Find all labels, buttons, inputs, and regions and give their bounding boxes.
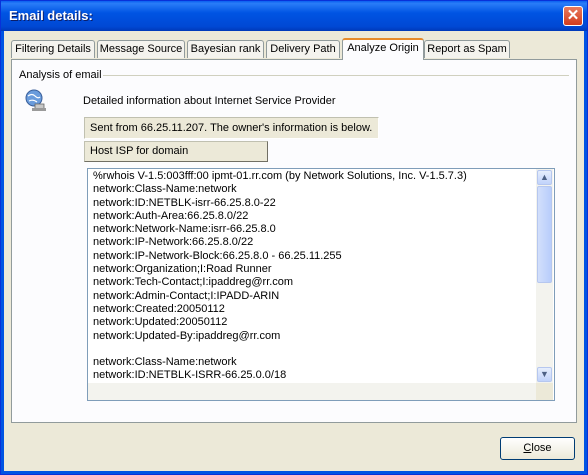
whois-line: network:Updated-By:ipaddreg@rr.com [93,329,281,342]
scroll-down-icon[interactable]: ▼ [537,367,552,382]
group-label: Analysis of email [19,69,106,81]
whois-line: network:Tech-Contact;I:ipaddreg@rr.com [93,276,294,289]
whois-line: network:Auth-Area:66.25.8.0/22 [93,209,249,222]
tab-delivery-path[interactable]: Delivery Path [266,40,340,58]
window-frame-right [584,31,587,474]
whois-line: network:IP-Network:66.25.8.0/22 [93,236,254,249]
whois-line: %rwhois V-1.5:003fff:00 ipmt-01.rr.com (… [93,170,467,182]
section-heading: Detailed information about Internet Serv… [83,95,336,107]
scroll-thumb[interactable] [537,186,552,283]
host-isp-button[interactable]: Host ISP for domain [84,141,268,162]
origin-info-box: Sent from 66.25.11.207. The owner's info… [84,117,379,139]
scroll-corner [536,383,553,400]
whois-line: network:ID:NETBLK-ISRR-66.25.0.0/18 [93,369,287,382]
whois-line: network:Updated:20050112 [93,316,228,329]
whois-lines: %rwhois V-1.5:003fff:00 ipmt-01.rr.com (… [93,170,467,383]
tab-filtering-details[interactable]: Filtering Details [11,40,95,58]
whois-line [93,343,467,356]
whois-line: network:Admin-Contact;I:IPADD-ARIN [93,289,280,302]
horizontal-scrollbar[interactable] [88,383,536,400]
window-title: Email details: [9,8,93,23]
tab-message-source[interactable]: Message Source [97,40,185,58]
close-button[interactable]: Close [500,437,575,460]
whois-line: network:IP-Network-Block:66.25.8.0 - 66.… [93,249,342,262]
whois-line: network:Network-Name:isrr-66.25.8.0 [93,223,276,236]
window-close-icon[interactable]: ✕ [563,6,583,26]
group-divider [103,75,569,76]
title-bar[interactable]: Email details: ✕ [1,1,587,31]
window-frame-bottom [1,471,587,474]
whois-line: network:Class-Name:network [93,356,237,369]
whois-line: network:Organization;I:Road Runner [93,263,272,276]
tab-report-as-spam[interactable]: Report as Spam [424,40,510,58]
tab-bayesian-rank[interactable]: Bayesian rank [187,40,264,58]
whois-textarea[interactable]: %rwhois V-1.5:003fff:00 ipmt-01.rr.com (… [87,168,555,401]
whois-line: network:ID:NETBLK-isrr-66.25.8.0-22 [93,196,276,209]
tab-analyze-origin[interactable]: Analyze Origin [342,38,424,60]
whois-line: network:Class-Name:network [93,183,237,196]
close-label: lose [531,442,552,454]
whois-line: network:Created:20050112 [93,302,225,315]
window-frame-left [1,31,4,474]
scroll-up-icon[interactable]: ▲ [537,170,552,185]
globe-icon [25,89,46,111]
